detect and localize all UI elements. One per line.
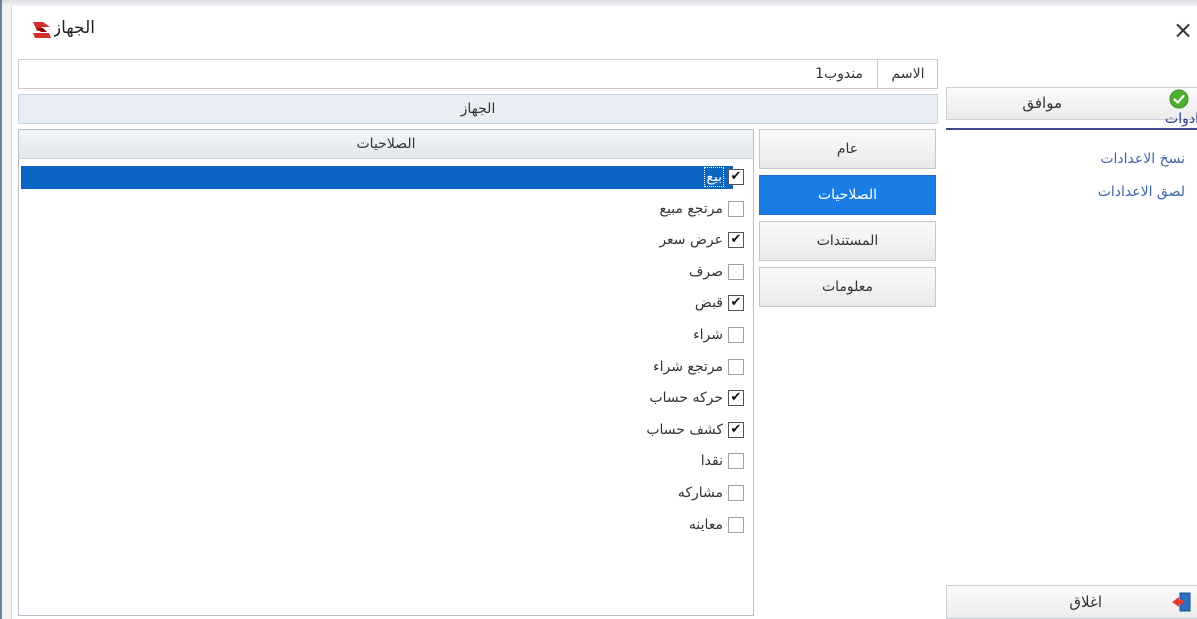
- permission-label: حركه حساب: [649, 390, 723, 407]
- permission-label: عرض سعر: [659, 232, 723, 249]
- permission-item[interactable]: ✔ عرض سعر: [19, 229, 753, 261]
- close-button-label: اغلاق: [1069, 593, 1102, 611]
- permission-label: مشاركه: [677, 484, 723, 501]
- permission-checkbox[interactable]: [728, 484, 744, 501]
- app-logo-icon: [30, 18, 54, 42]
- permission-label: نقدا: [700, 453, 723, 470]
- window-title: الجهاز: [52, 18, 95, 38]
- permission-label: مرتجع مبيع: [659, 200, 723, 217]
- permission-item[interactable]: شراء: [19, 324, 753, 356]
- permission-checkbox[interactable]: [728, 263, 744, 280]
- permission-item[interactable]: ✔ حركه حساب: [19, 387, 753, 419]
- permissions-panel: الصلاحيات ✔ بيع مرتجع مبيع ✔ عرض سعر صرف ✔ قبض ش…: [18, 129, 754, 616]
- permission-checkbox[interactable]: ✔: [728, 169, 744, 185]
- tab-general[interactable]: عام: [759, 129, 936, 169]
- device-header: الجهاز: [18, 94, 938, 124]
- permission-label: قبض: [694, 295, 723, 312]
- permission-label: مرتجع شراء: [653, 358, 723, 375]
- tab-info[interactable]: معلومات: [759, 267, 936, 307]
- permission-item[interactable]: ✔ كشف حساب: [19, 419, 753, 451]
- permission-checkbox[interactable]: [728, 200, 744, 217]
- permissions-list: ✔ بيع مرتجع مبيع ✔ عرض سعر صرف ✔ قبض شراء مرتجع ش…: [19, 166, 753, 545]
- tools-title-label: ادوات: [1165, 111, 1197, 127]
- permission-item[interactable]: معاينه: [19, 514, 753, 546]
- name-row: الاسم: [18, 59, 938, 89]
- permission-item[interactable]: مرتجع مبيع: [19, 198, 753, 230]
- permission-item[interactable]: مرتجع شراء: [19, 356, 753, 388]
- tab-permissions[interactable]: الصلاحيات: [759, 175, 936, 215]
- title-bar: الجهاز ×: [12, 14, 1197, 52]
- permission-checkbox[interactable]: [728, 326, 744, 343]
- permission-checkbox[interactable]: ✔: [728, 232, 744, 249]
- permission-item[interactable]: مشاركه: [19, 482, 753, 514]
- tools-section-title: ادوات: [946, 106, 1197, 130]
- permission-label: شراء: [693, 326, 723, 343]
- permission-checkbox[interactable]: [728, 516, 744, 533]
- tab-documents[interactable]: المستندات: [759, 221, 936, 261]
- exit-door-icon: [1172, 592, 1191, 612]
- permission-checkbox[interactable]: ✔: [728, 295, 744, 312]
- copy-settings-link[interactable]: نسخ الاعدادات: [1100, 151, 1185, 167]
- permission-label: كشف حساب: [646, 421, 723, 438]
- top-edge: [2, 0, 1197, 6]
- permission-item[interactable]: ✔ بيع: [19, 166, 753, 198]
- permission-checkbox[interactable]: [728, 453, 744, 470]
- permission-item[interactable]: ✔ قبض: [19, 292, 753, 324]
- close-button[interactable]: اغلاق: [946, 585, 1197, 619]
- permissions-header: الصلاحيات: [19, 130, 753, 159]
- name-label: الاسم: [877, 60, 938, 88]
- permission-label: بيع: [704, 167, 724, 187]
- permission-checkbox[interactable]: [728, 358, 744, 375]
- permission-item[interactable]: صرف: [19, 261, 753, 293]
- paste-settings-link[interactable]: لصق الاعدادات: [1098, 184, 1185, 200]
- permission-label: صرف: [688, 263, 723, 280]
- selection-highlight: [21, 166, 733, 189]
- permission-checkbox[interactable]: ✔: [728, 421, 744, 438]
- name-input[interactable]: [19, 60, 877, 88]
- close-icon[interactable]: ×: [1171, 18, 1195, 42]
- permission-checkbox[interactable]: ✔: [728, 390, 744, 407]
- left-edge: [2, 6, 12, 619]
- permission-label: معاينه: [688, 516, 723, 533]
- permission-item[interactable]: نقدا: [19, 450, 753, 482]
- dialog-window: الجهاز × الاسم الجهاز الصلاحيات ✔بيعمرتج…: [0, 0, 1197, 619]
